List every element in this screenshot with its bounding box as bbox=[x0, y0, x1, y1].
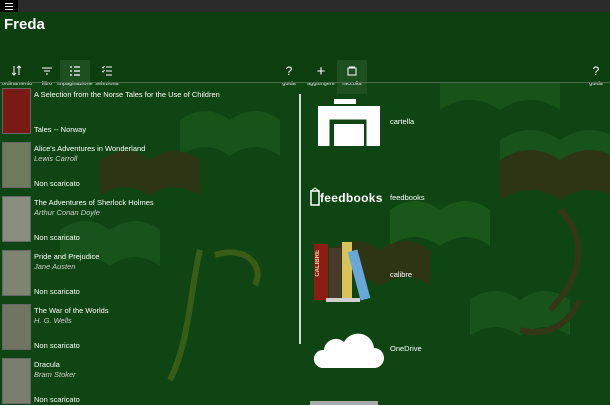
list-item[interactable]: The Adventures of Sherlock Holmes Arthur… bbox=[0, 194, 298, 248]
download-status: Non scaricato bbox=[34, 287, 80, 296]
book-title: The War of the Worlds bbox=[34, 306, 109, 315]
download-status: Non scaricato bbox=[34, 341, 80, 350]
app-title: Freda bbox=[4, 16, 45, 33]
book-author: Bram Stoker bbox=[34, 370, 76, 379]
book-title: Alice's Adventures in Wonderland bbox=[34, 144, 146, 153]
book-author: Arthur Conan Doyle bbox=[34, 208, 100, 217]
add-button[interactable]: + aggiungere bbox=[305, 60, 337, 94]
calibre-books-icon: CALIBRE bbox=[314, 240, 376, 304]
list-item[interactable]: A Selection from the Norse Tales for the… bbox=[0, 86, 298, 140]
source-label: cartella bbox=[390, 117, 415, 126]
list-item[interactable]: The War of the Worlds H. G. Wells Non sc… bbox=[0, 302, 298, 356]
book-cover bbox=[2, 196, 31, 242]
book-cover bbox=[2, 358, 31, 404]
source-calibre[interactable]: CALIBRE calibre bbox=[308, 238, 448, 302]
book-title: The Adventures of Sherlock Holmes bbox=[34, 198, 154, 207]
feedbooks-logo: feedbooks bbox=[310, 187, 384, 209]
source-label: calibre bbox=[390, 270, 413, 279]
collection-button[interactable]: raccolta bbox=[337, 60, 367, 94]
source-onedrive[interactable]: OneDrive bbox=[308, 322, 448, 382]
book-cover bbox=[2, 304, 31, 350]
book-cover bbox=[2, 250, 31, 296]
source-label: feedbooks bbox=[390, 193, 425, 202]
sort-icon bbox=[10, 64, 24, 78]
download-status: Non scaricato bbox=[34, 179, 80, 188]
book-title: A Selection from the Norse Tales for the… bbox=[34, 90, 220, 99]
book-title: Pride and Prejudice bbox=[34, 252, 100, 261]
source-folder[interactable]: cartella bbox=[308, 95, 448, 155]
book-author: Jane Austen bbox=[34, 262, 76, 271]
multi-select-icon bbox=[100, 64, 114, 78]
download-status: Non scaricato bbox=[34, 395, 80, 404]
help-icon: ? bbox=[592, 64, 600, 78]
filter-icon bbox=[40, 64, 54, 78]
toolbar-divider bbox=[0, 82, 610, 83]
app-bar: Freda ordinamento filtro impaginazione s… bbox=[0, 12, 610, 94]
add-icon: + bbox=[316, 62, 326, 80]
source-label: OneDrive bbox=[390, 344, 422, 353]
list-item[interactable]: Dracula Bram Stoker Non scaricato bbox=[0, 356, 298, 405]
list-layout-icon bbox=[68, 64, 82, 78]
help-button-right[interactable]: ? guida bbox=[580, 60, 610, 94]
book-title: Dracula bbox=[34, 360, 60, 369]
list-item[interactable]: Pride and Prejudice Jane Austen Non scar… bbox=[0, 248, 298, 302]
book-cover bbox=[2, 88, 31, 134]
book-author: H. G. Wells bbox=[34, 316, 72, 325]
window-top-strip bbox=[0, 0, 610, 12]
download-status: Non scaricato bbox=[34, 233, 80, 242]
help-icon: ? bbox=[285, 64, 293, 78]
source-feedbooks[interactable]: feedbooks feedbooks bbox=[308, 175, 448, 235]
collection-icon bbox=[345, 64, 359, 78]
hamburger-menu-button[interactable] bbox=[0, 0, 18, 12]
folder-icon bbox=[318, 99, 380, 147]
pane-splitter[interactable] bbox=[299, 94, 301, 344]
book-list: A Selection from the Norse Tales for the… bbox=[0, 86, 298, 405]
book-author: Lewis Carroll bbox=[34, 154, 78, 163]
book-cover bbox=[2, 142, 31, 188]
list-item[interactable]: Alice's Adventures in Wonderland Lewis C… bbox=[0, 140, 298, 194]
book-subject: Tales -- Norway bbox=[34, 125, 87, 134]
onedrive-cloud-icon bbox=[313, 333, 384, 368]
scroll-indicator bbox=[310, 401, 378, 405]
